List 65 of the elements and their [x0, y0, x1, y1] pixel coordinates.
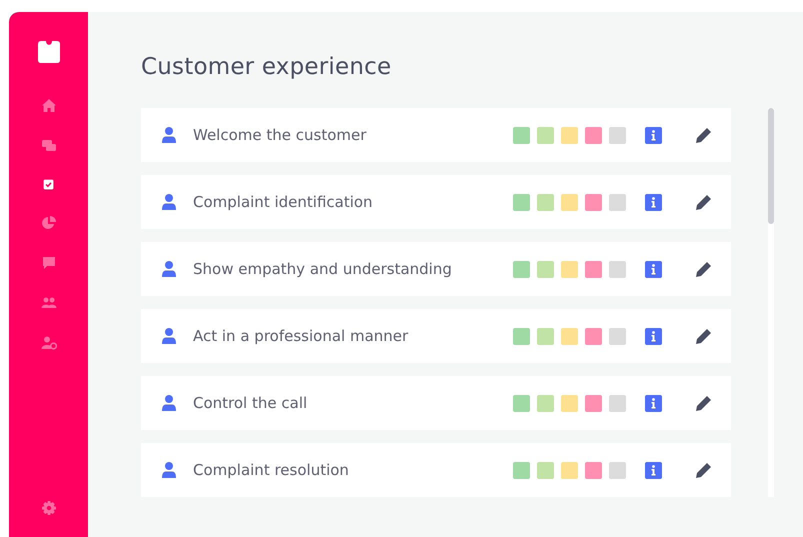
- rating-swatch[interactable]: [585, 194, 602, 210]
- rating-swatch[interactable]: [513, 328, 530, 344]
- rating-swatch[interactable]: [609, 394, 626, 412]
- rating-swatch[interactable]: [537, 394, 554, 412]
- rating-swatch[interactable]: [609, 328, 626, 344]
- person-icon: [161, 462, 177, 478]
- info-icon[interactable]: [645, 394, 662, 412]
- info-icon[interactable]: [645, 328, 662, 344]
- rating-swatch[interactable]: [513, 394, 530, 412]
- pencil-icon[interactable]: [695, 260, 712, 278]
- person-icon: [161, 127, 177, 143]
- rating-swatch[interactable]: [537, 126, 554, 144]
- home-icon[interactable]: [40, 98, 56, 114]
- checkbox-icon[interactable]: [42, 178, 55, 191]
- criterion-label: Act in a professional manner: [193, 327, 410, 345]
- rating-swatch[interactable]: [585, 260, 602, 278]
- pencil-icon[interactable]: [695, 462, 712, 478]
- rating-swatch[interactable]: [537, 260, 554, 278]
- rating-swatch[interactable]: [513, 126, 530, 144]
- user-settings-icon[interactable]: [40, 335, 56, 351]
- person-icon: [161, 395, 177, 411]
- pie-chart-icon[interactable]: [40, 215, 56, 231]
- rating-swatch[interactable]: [585, 126, 602, 144]
- page-title: Customer experience: [141, 54, 392, 80]
- rating-swatch[interactable]: [561, 462, 578, 478]
- criterion-label: Show empathy and understanding: [193, 260, 453, 278]
- chat-icon[interactable]: [40, 138, 56, 154]
- criterion-label: Welcome the customer: [193, 126, 368, 144]
- rating-swatch[interactable]: [561, 394, 578, 412]
- comment-icon[interactable]: [40, 255, 56, 271]
- scrollbar[interactable]: [768, 108, 774, 497]
- rating-swatch[interactable]: [561, 126, 578, 144]
- pencil-icon[interactable]: [695, 394, 712, 412]
- rating-swatch[interactable]: [609, 194, 626, 210]
- criterion-label: Control the call: [193, 394, 308, 412]
- logo-icon: [38, 41, 60, 63]
- rating-swatch[interactable]: [561, 194, 578, 210]
- person-icon: [161, 261, 177, 277]
- info-icon[interactable]: [645, 194, 662, 210]
- settings-icon[interactable]: [42, 501, 56, 515]
- person-icon: [161, 328, 177, 344]
- rating-swatch[interactable]: [609, 462, 626, 478]
- rating-swatch[interactable]: [537, 194, 554, 210]
- rating-swatch[interactable]: [585, 462, 602, 478]
- rating-swatch[interactable]: [609, 126, 626, 144]
- info-icon[interactable]: [645, 260, 662, 278]
- pencil-icon[interactable]: [695, 126, 712, 144]
- rating-swatch[interactable]: [537, 462, 554, 478]
- rating-swatch[interactable]: [513, 260, 530, 278]
- rating-swatch[interactable]: [513, 194, 530, 210]
- rating-swatch[interactable]: [561, 260, 578, 278]
- info-icon[interactable]: [645, 462, 662, 478]
- pencil-icon[interactable]: [695, 328, 712, 344]
- person-icon: [161, 194, 177, 210]
- rating-swatch[interactable]: [537, 328, 554, 344]
- rating-swatch[interactable]: [561, 328, 578, 344]
- rating-swatch[interactable]: [585, 328, 602, 344]
- users-icon[interactable]: [40, 295, 56, 311]
- criterion-label: Complaint resolution: [193, 461, 350, 479]
- criterion-label: Complaint identification: [193, 193, 374, 211]
- info-icon[interactable]: [645, 126, 662, 144]
- rating-swatch[interactable]: [609, 260, 626, 278]
- pencil-icon[interactable]: [695, 194, 712, 210]
- rating-swatch[interactable]: [513, 462, 530, 478]
- rating-swatch[interactable]: [585, 394, 602, 412]
